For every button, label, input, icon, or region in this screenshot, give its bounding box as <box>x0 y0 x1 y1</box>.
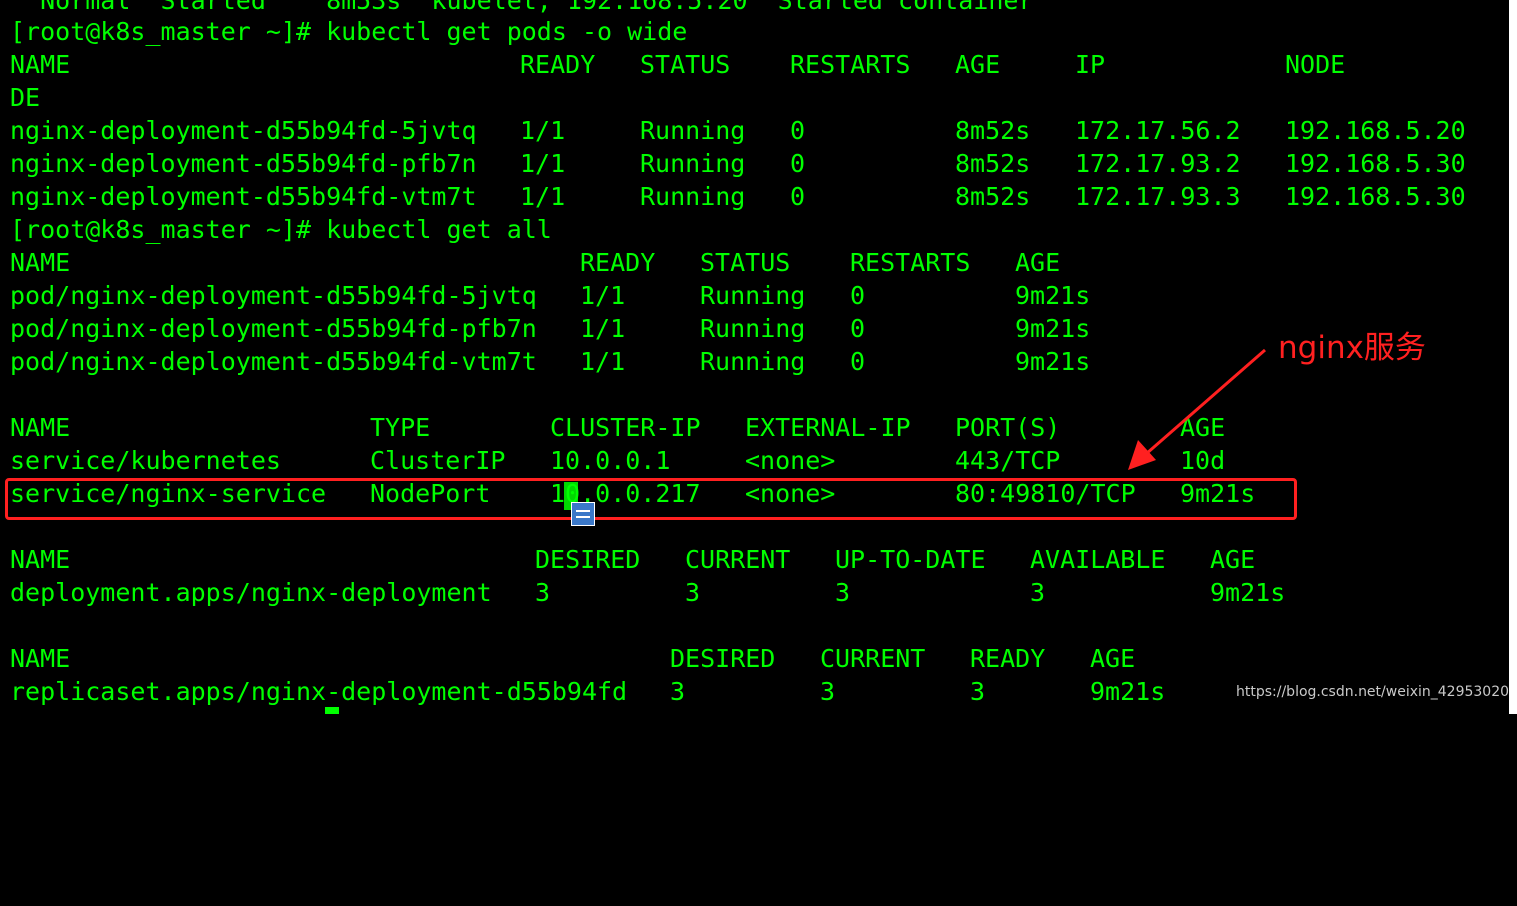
watermark: https://blog.csdn.net/weixin_42953020 <box>1236 684 1510 700</box>
annotation-label: nginx服务 <box>1278 330 1426 366</box>
prompt-cursor <box>325 707 339 714</box>
document-icon[interactable] <box>571 502 595 526</box>
